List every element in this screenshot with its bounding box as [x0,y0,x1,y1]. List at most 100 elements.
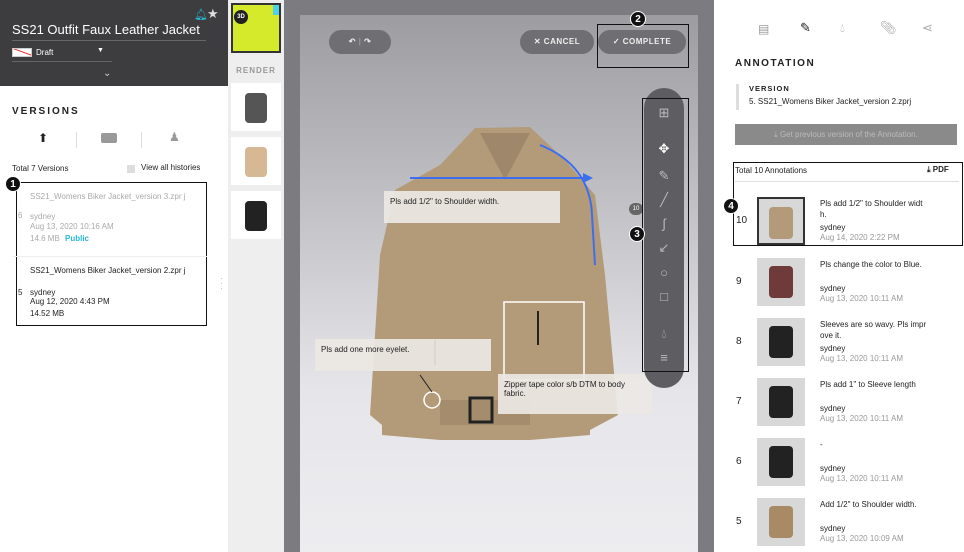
project-title: SS21 Outfit Faux Leather Jacket [12,22,200,37]
pdf-download-button[interactable]: ⤓ PDF [927,165,949,175]
annotation-date: Aug 13, 2020 10:11 AM [820,354,904,363]
annotation-text: Pls add 1/2" to Shoulder widt h. [820,199,923,219]
annotation-text: - [820,440,823,449]
annotation-user: sydney [820,344,846,353]
annotation-number: 8 [736,336,742,347]
annotation-user: sydney [820,223,846,232]
star-icon[interactable]: ★ [207,6,219,22]
annotation-item[interactable]: 7 Pls add 1" to Sleeve length sydney Aug… [714,378,964,430]
version-date: Aug 12, 2020 4:43 PM [30,297,110,306]
undo-redo-group: ↶ | ↷ [329,30,391,54]
bell-icon[interactable]: 🔔︎ [194,8,208,21]
upload-icon[interactable]: ⬆︎ [38,131,48,145]
annotation-item[interactable]: 6 - sydney Aug 13, 2020 10:11 AM [714,438,964,490]
annotation-item[interactable]: 10 Pls add 1/2" to Shoulder widt h. sydn… [714,197,964,249]
annotation-user: sydney [820,524,846,533]
get-previous-version-button[interactable]: ⤓ Get previous version of the Annotation… [735,124,957,145]
view-all-checkbox[interactable] [127,165,135,173]
annotation-thumbnail[interactable] [757,258,805,306]
version-name[interactable]: SS21_Womens Biker Jacket_version 2.zpr j [30,265,190,276]
annotation-number: 10 [736,215,748,226]
annotation-note[interactable]: Zipper tape color s/b DTM to body fabric… [498,374,652,414]
annotation-text: Sleeves are so wavy. Pls impr ove it. [820,320,927,340]
annotation-user: sydney [820,464,846,473]
status-dropdown[interactable]: Draft [36,48,53,57]
3d-badge: 3D [234,10,248,24]
version-list: SS21_Womens Biker Jacket_version 3.zpr j… [13,182,207,326]
pdf-label: PDF [932,165,949,174]
annotation-number: 9 [736,276,742,287]
complete-highlight [597,24,689,68]
annotation-thumbnail[interactable] [757,378,805,426]
callout-3: 3 [629,226,645,242]
annotation-date: Aug 13, 2020 10:09 AM [820,534,904,543]
annotation-note[interactable]: Pls add one more eyelet. [315,339,491,371]
annotation-user: sydney [820,404,846,413]
annotation-heading: ANNOTATION [735,58,816,69]
version-size: 14.52 MB [30,309,65,318]
version-number: 6 [18,211,23,220]
annotation-item[interactable]: 8 Sleeves are so wavy. Pls impr ove it. … [714,318,964,370]
avatar-icon[interactable]: ♟ [169,130,180,144]
annotation-number: 5 [736,516,742,527]
callout-2: 2 [630,11,646,27]
3d-thumbnail[interactable]: 3D [231,3,281,53]
annotation-number: 7 [736,396,742,407]
annotation-number: 6 [736,456,742,467]
versions-total: Total 7 Versions [12,164,69,173]
annotation-marker[interactable]: 10 [629,203,643,215]
render-thumbnail[interactable] [231,137,281,185]
resize-handle[interactable]: · · · [220,274,223,293]
annotation-pen-icon[interactable]: ✎ [800,20,811,36]
annotation-thumbnail[interactable] [757,498,805,546]
status-color-swatch [12,48,32,57]
version-date: Aug 13, 2020 10:16 AM [30,222,114,231]
annotation-item[interactable]: 5 Add 1/2" to Shoulder width. sydney Aug… [714,498,964,550]
thumbnail-strip: 3D RENDER [228,0,284,552]
comments-icon[interactable]: ▤ [758,22,769,36]
annotation-date: Aug 13, 2020 10:11 AM [820,294,904,303]
left-panel: 🔔︎ ★ SS21 Outfit Faux Leather Jacket Dra… [0,0,228,552]
version-size: 14.6 MB [30,234,60,243]
versions-heading: VERSIONS [12,106,80,117]
annotation-item[interactable]: 9 Pls change the color to Blue. sydney A… [714,258,964,310]
annotation-text: Add 1/2" to Shoulder width. [820,500,917,509]
project-header: 🔔︎ ★ SS21 Outfit Faux Leather Jacket Dra… [0,0,228,86]
view-all-label: View all histories [141,163,201,172]
render-label: RENDER [236,66,276,75]
render-thumbnail[interactable] [231,83,281,131]
annotation-panel: ▤ ✎ 💧︎ 📎︎ ⋖ ANNOTATION VERSION 5. SS21_W… [714,0,964,552]
undo-icon[interactable]: ↶ [349,37,356,46]
annotation-thumbnail[interactable] [757,197,805,245]
expand-chevron-icon[interactable]: ⌄ [103,68,111,79]
annotation-thumbnail[interactable] [757,438,805,486]
version-value: 5. SS21_Womens Biker Jacket_version 2.zp… [749,97,912,106]
annotation-thumbnail[interactable] [757,318,805,366]
selected-marker [273,5,279,15]
annotation-note[interactable]: Pls add 1/2" to Shoulder width. [384,191,560,223]
cancel-button[interactable]: ✕ CANCEL [520,30,594,54]
callout-1: 1 [5,176,21,192]
video-icon[interactable] [101,133,117,143]
version-number: 5 [18,288,23,297]
annotation-date: Aug 13, 2020 10:11 AM [820,414,904,423]
annotation-total: Total 10 Annotations [735,166,808,175]
annotation-text: Pls add 1" to Sleeve length [820,380,916,389]
3d-viewport[interactable]: ↶ | ↷ ✕ CANCEL ✓ COMPLETE Pls add 1/2" t… [300,15,698,552]
get-previous-label: Get previous version of the Annotation. [779,130,918,139]
redo-icon[interactable]: ↷ [364,37,371,46]
share-icon[interactable]: ⋖ [922,20,933,36]
annotation-text: Pls change the color to Blue. [820,260,922,269]
public-badge: Public [65,234,90,243]
attachment-icon[interactable]: 📎︎ [880,20,897,36]
annotation-date: Aug 14, 2020 2:22 PM [820,233,900,242]
annotation-date: Aug 13, 2020 10:11 AM [820,474,904,483]
annotation-user: sydney [820,284,846,293]
version-name[interactable]: SS21_Womens Biker Jacket_version 3.zpr j [30,191,190,202]
jacket-render [370,127,618,440]
version-label: VERSION [749,84,790,93]
dropdown-caret-icon[interactable]: ▼ [97,47,104,54]
drops-icon[interactable]: 💧︎ [840,21,845,36]
render-thumbnail[interactable] [231,191,281,239]
toolbar-highlight [642,98,689,372]
